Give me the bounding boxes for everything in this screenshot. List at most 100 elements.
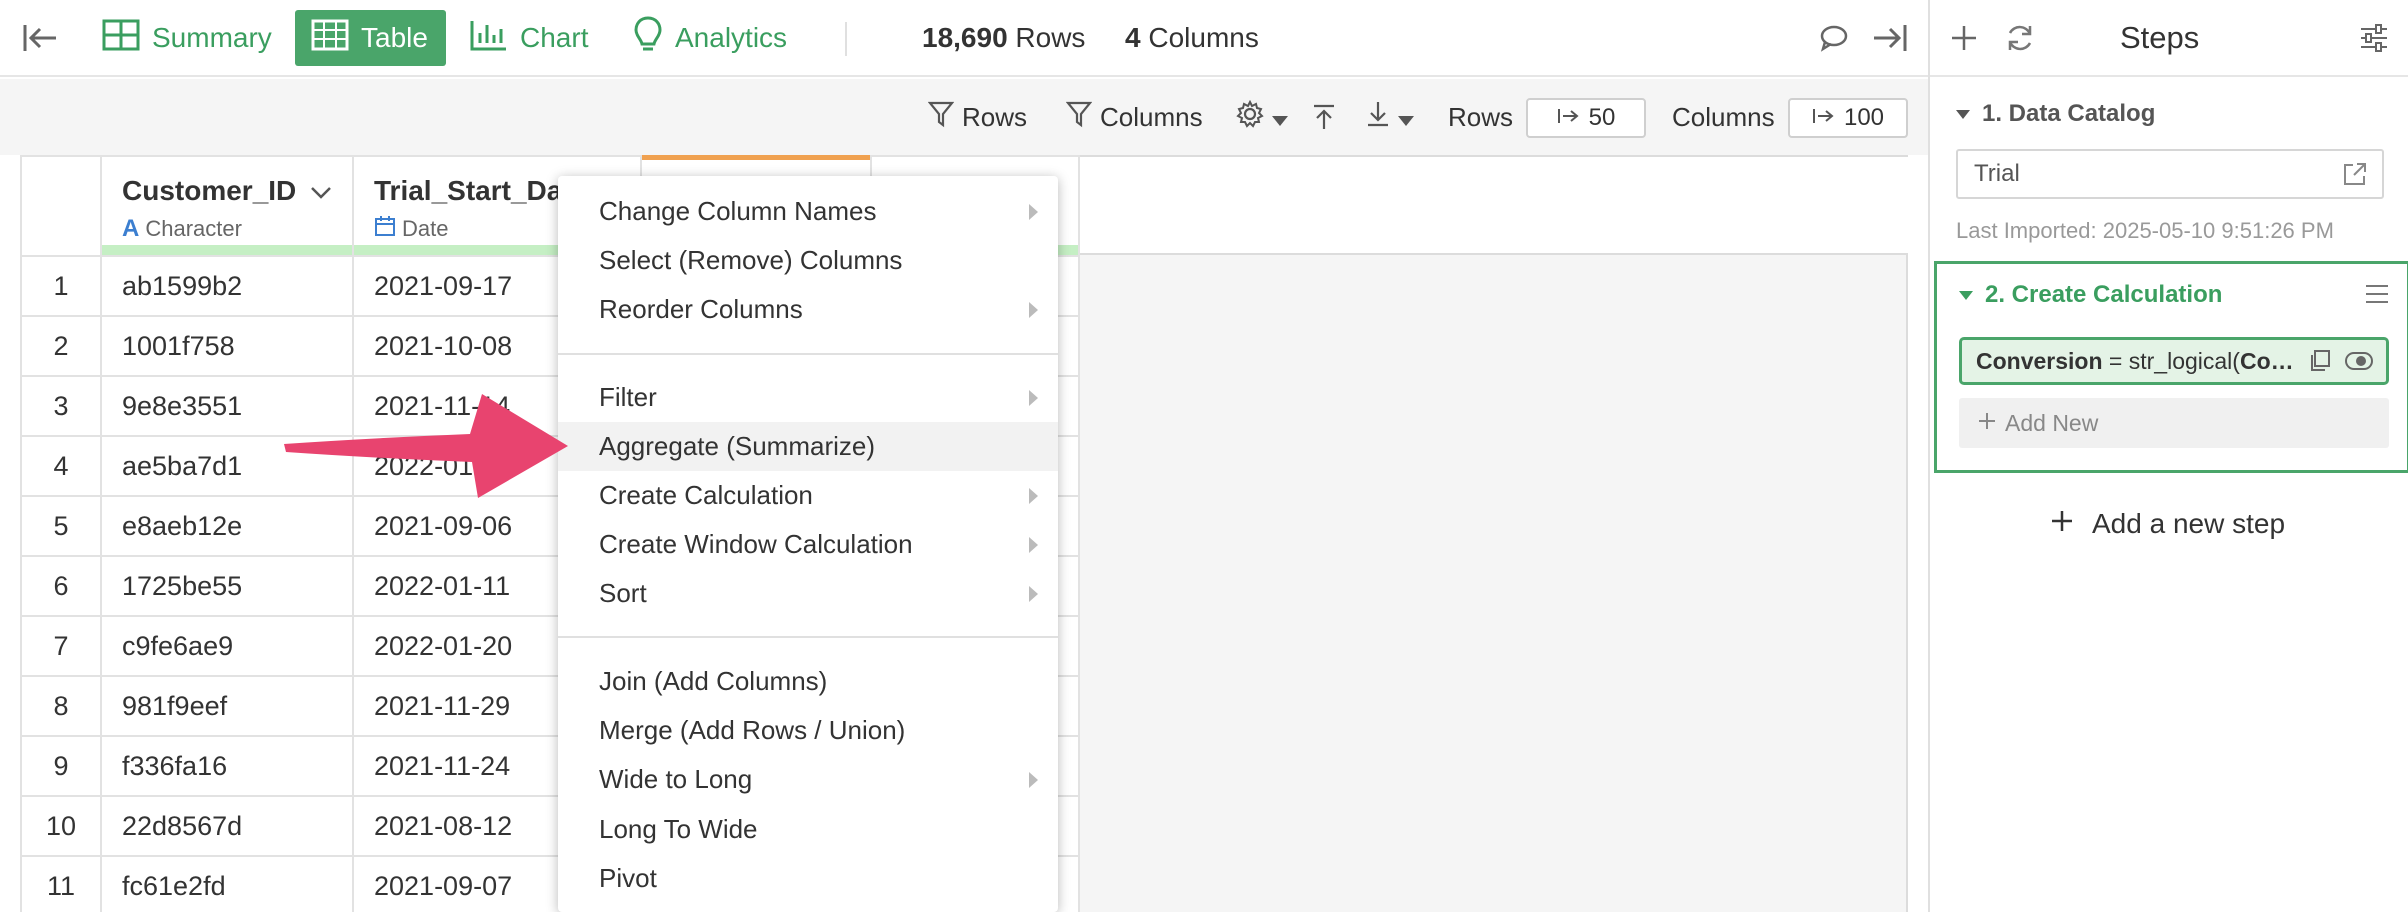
calendar-icon: [374, 215, 396, 243]
menu-divider: [558, 353, 1058, 355]
add-new-step-button[interactable]: Add a new step: [2050, 508, 2285, 540]
calculation-item-conversion[interactable]: Conversion = str_logical(Co…: [1959, 337, 2389, 385]
table-toolbar: Rows Columns Rows 50 Columns 100: [0, 79, 1928, 155]
menu-item-long-to-wide[interactable]: Long To Wide: [558, 805, 1058, 854]
filter-icon: [1065, 100, 1093, 135]
row-number[interactable]: 3: [20, 375, 102, 437]
bar-chart-icon: [470, 19, 508, 58]
collapse-right-icon[interactable]: [1868, 18, 1912, 58]
steps-panel-title: Steps: [2120, 20, 2200, 55]
menu-item-pivot[interactable]: Pivot: [558, 854, 1058, 903]
cell-customer-id[interactable]: f336fa16: [100, 735, 354, 797]
submenu-arrow-icon: [1029, 772, 1038, 788]
menu-item-aggregate-summarize[interactable]: Aggregate (Summarize): [558, 422, 1058, 471]
submenu-arrow-icon: [1029, 390, 1038, 406]
row-number[interactable]: 4: [20, 435, 102, 497]
tab-chart-label: Chart: [520, 22, 589, 53]
tab-chart[interactable]: Chart: [454, 10, 604, 66]
tab-table[interactable]: Table: [295, 10, 446, 66]
column-header-customer-id[interactable]: Customer_ID A Character: [100, 155, 354, 257]
menu-item-create-window-calculation[interactable]: Create Window Calculation: [558, 520, 1058, 569]
top-bar: Summary Table Chart Analytics 18,690 Row…: [0, 0, 1928, 77]
columns-display-label: Columns: [1672, 101, 1775, 132]
collapse-left-icon[interactable]: [18, 18, 62, 58]
menu-item-sort[interactable]: Sort: [558, 569, 1058, 618]
row-number[interactable]: 1: [20, 255, 102, 317]
download-dropdown-button[interactable]: [1366, 99, 1414, 135]
menu-item-reorder-columns[interactable]: Reorder Columns: [558, 285, 1058, 334]
row-number[interactable]: 8: [20, 675, 102, 737]
tab-table-label: Table: [361, 22, 428, 53]
tab-summary-label: Summary: [152, 22, 272, 53]
sliders-icon[interactable]: [2352, 18, 2396, 58]
step-1-header[interactable]: 1. Data Catalog: [1956, 100, 2155, 128]
steps-panel-header: Steps: [1930, 0, 2408, 77]
last-imported-text: Last Imported: 2025-05-10 9:51:26 PM: [1956, 218, 2334, 243]
selected-column-indicator: [642, 155, 870, 160]
menu-item-join-add-columns[interactable]: Join (Add Columns): [558, 657, 1058, 706]
columns-count: 4 Columns: [1125, 22, 1259, 53]
filter-icon: [927, 100, 955, 135]
settings-dropdown-button[interactable]: [1236, 99, 1288, 135]
arrow-to-right-icon: [1812, 104, 1834, 132]
rows-filter-button[interactable]: Rows: [927, 99, 1027, 135]
cell-customer-id[interactable]: 22d8567d: [100, 795, 354, 857]
lightbulb-icon: [633, 15, 663, 61]
step-2-card: 2. Create Calculation Conversion = str_l…: [1934, 261, 2408, 473]
row-number[interactable]: 5: [20, 495, 102, 557]
download-icon: [1366, 100, 1390, 135]
row-number[interactable]: 2: [20, 315, 102, 377]
cell-customer-id[interactable]: 981f9eef: [100, 675, 354, 737]
gear-icon: [1236, 99, 1264, 135]
step-2-header[interactable]: 2. Create Calculation: [1959, 281, 2222, 309]
caret-down-icon: [1398, 102, 1414, 133]
summary-grid-icon: [102, 19, 140, 58]
external-link-icon[interactable]: [2342, 161, 2368, 194]
table-icon: [311, 19, 349, 58]
comment-icon[interactable]: [1812, 18, 1856, 58]
table-header-empty-area: [1078, 155, 1908, 255]
tab-analytics[interactable]: Analytics: [617, 10, 803, 66]
cell-customer-id[interactable]: ab1599b2: [100, 255, 354, 317]
column-context-menu: Change Column Names Select (Remove) Colu…: [558, 176, 1058, 912]
add-icon[interactable]: [1942, 18, 1986, 58]
menu-item-select-remove-columns[interactable]: Select (Remove) Columns: [558, 236, 1058, 285]
cell-customer-id[interactable]: 1001f758: [100, 315, 354, 377]
row-number[interactable]: 11: [20, 855, 102, 912]
columns-filter-button[interactable]: Columns: [1065, 99, 1203, 135]
hamburger-menu-icon[interactable]: [2365, 284, 2389, 309]
cell-customer-id[interactable]: 1725be55: [100, 555, 354, 617]
tab-analytics-label: Analytics: [675, 22, 788, 53]
menu-divider: [558, 636, 1058, 638]
menu-item-change-column-names[interactable]: Change Column Names: [558, 187, 1058, 236]
cell-customer-id[interactable]: fc61e2fd: [100, 855, 354, 912]
columns-display-input[interactable]: 100: [1788, 98, 1908, 138]
add-new-calculation-button[interactable]: Add New: [1959, 398, 2389, 448]
upload-icon[interactable]: [1312, 99, 1336, 135]
rows-display-label: Rows: [1448, 101, 1514, 132]
copy-icon[interactable]: [2308, 349, 2332, 379]
menu-item-merge-add-rows[interactable]: Merge (Add Rows / Union): [558, 706, 1058, 755]
row-number[interactable]: 6: [20, 555, 102, 617]
row-number[interactable]: 10: [20, 795, 102, 857]
menu-item-wide-to-long[interactable]: Wide to Long: [558, 755, 1058, 804]
menu-item-filter[interactable]: Filter: [558, 373, 1058, 422]
menu-item-create-calculation[interactable]: Create Calculation: [558, 471, 1058, 520]
data-catalog-source[interactable]: Trial: [1956, 149, 2384, 199]
refresh-icon[interactable]: [1998, 18, 2042, 58]
plus-icon: [2050, 508, 2074, 540]
row-number[interactable]: 9: [20, 735, 102, 797]
cell-customer-id[interactable]: e8aeb12e: [100, 495, 354, 557]
eye-icon[interactable]: [2344, 350, 2374, 378]
cell-customer-id[interactable]: c9fe6ae9: [100, 615, 354, 677]
chevron-down-icon[interactable]: [310, 175, 332, 207]
caret-down-icon: [1956, 109, 1970, 119]
row-number[interactable]: 7: [20, 615, 102, 677]
tab-summary[interactable]: Summary: [86, 10, 288, 66]
rows-count: 18,690 Rows: [922, 22, 1086, 53]
rows-display-input[interactable]: 50: [1526, 98, 1646, 138]
column-quality-bar: [102, 245, 352, 255]
toolbar-divider: [845, 22, 847, 56]
character-type-icon: A: [122, 215, 140, 242]
submenu-arrow-icon: [1029, 488, 1038, 504]
